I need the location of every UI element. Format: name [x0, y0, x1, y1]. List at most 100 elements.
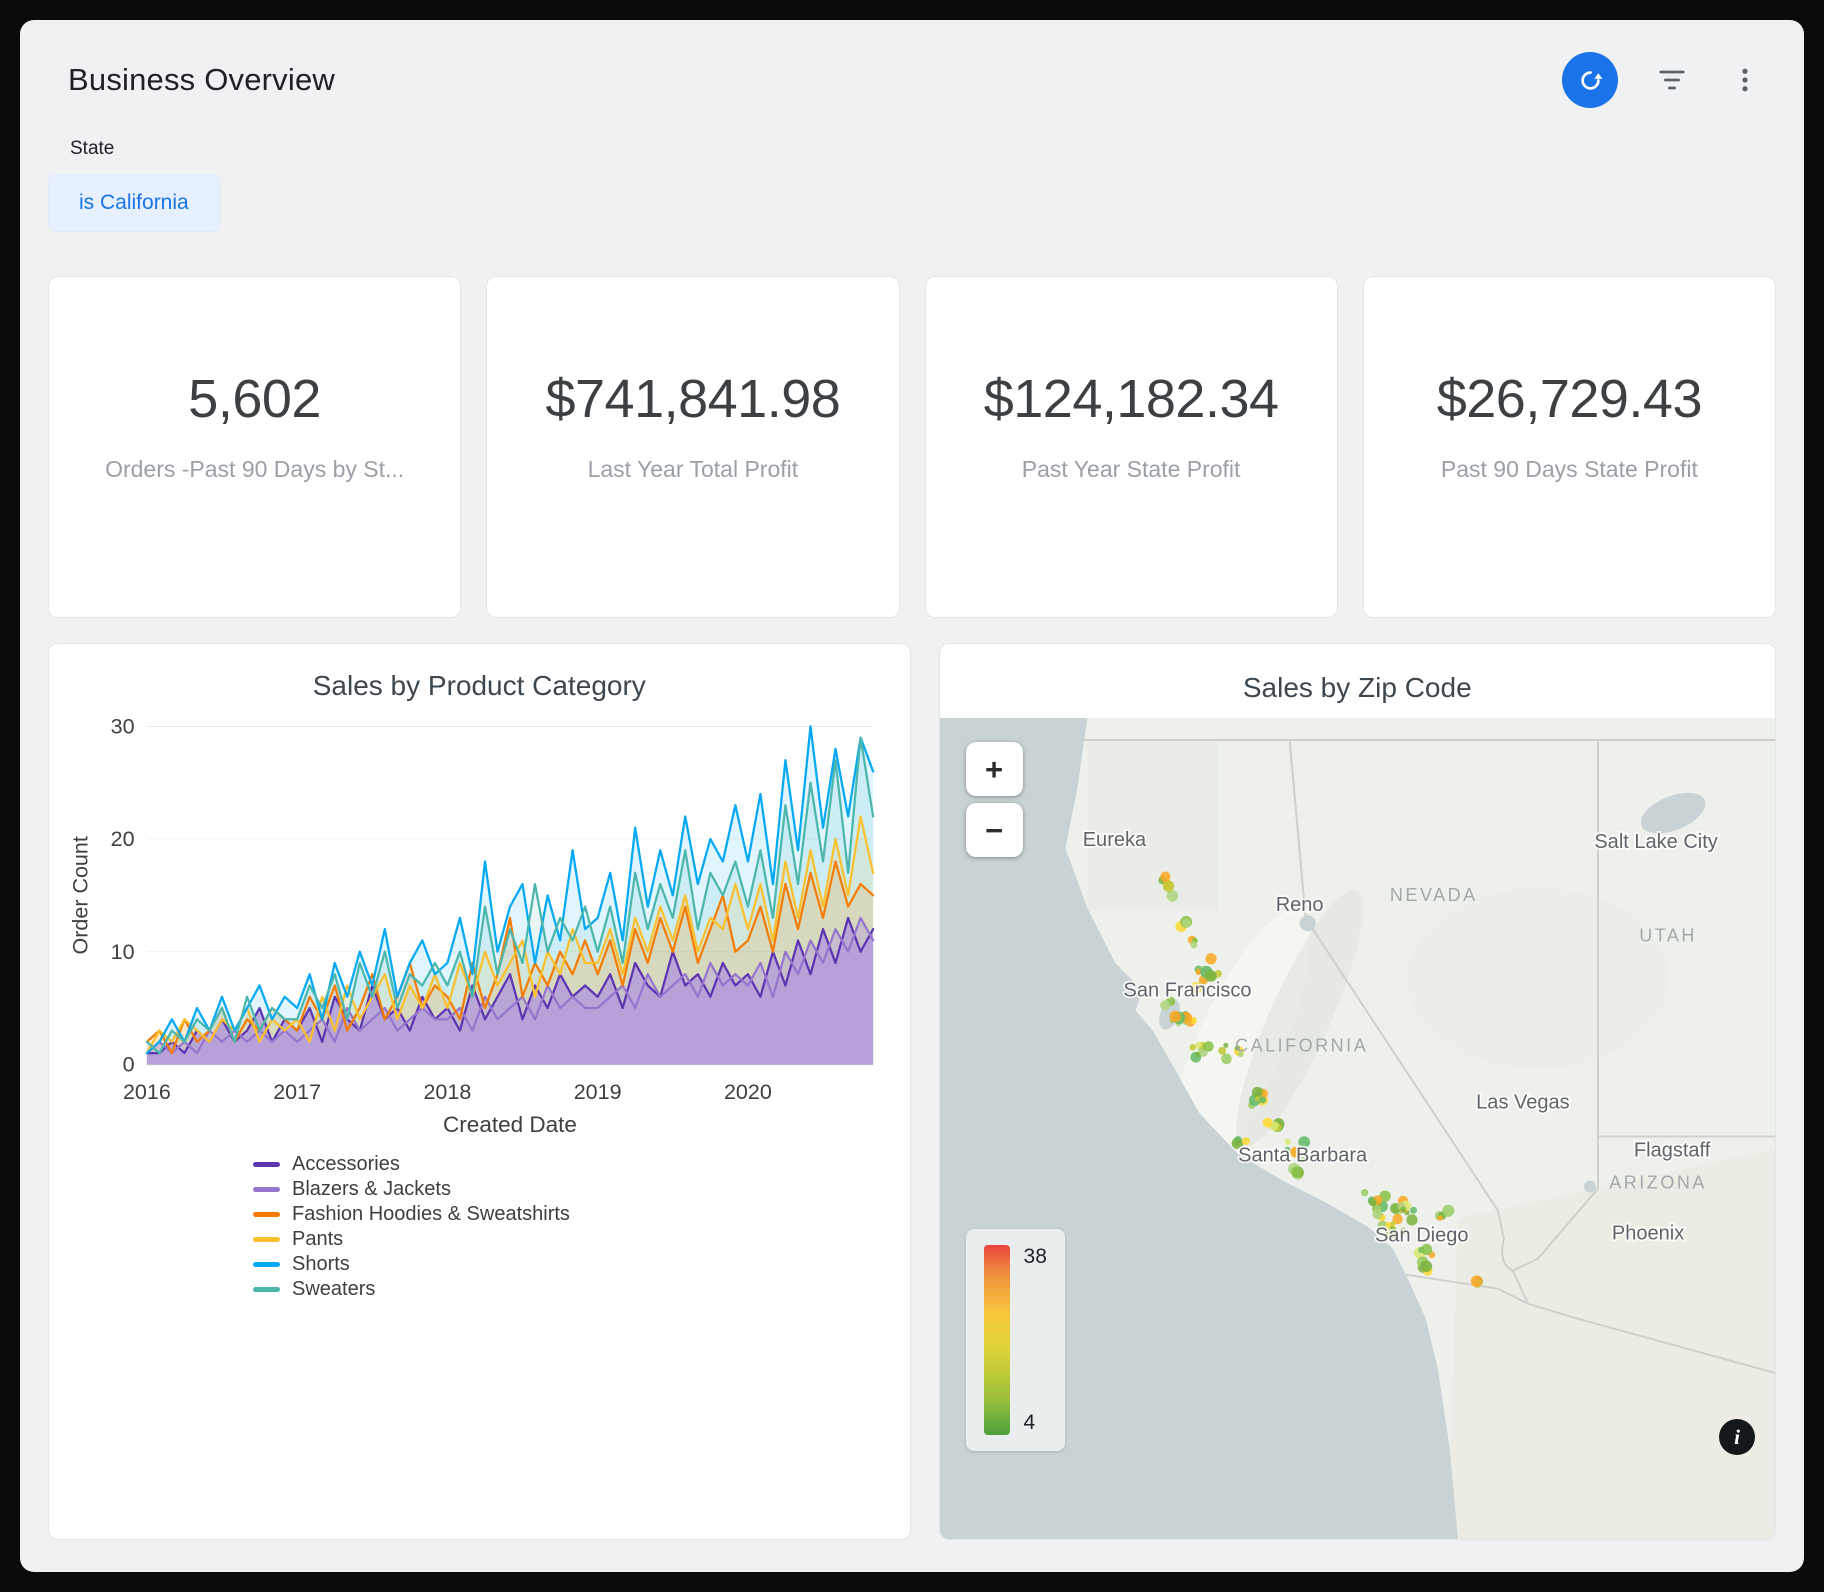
zip-dot: [1410, 1207, 1417, 1214]
scorecard-label: Past Year State Profit: [984, 456, 1279, 483]
zip-sales-map[interactable]: EurekaRenoSalt Lake CityNEVADAUTAHSan Fr…: [940, 718, 1775, 1539]
scorecard-orders: 5,602 Orders -Past 90 Days by St...: [48, 276, 461, 618]
map-label: Eureka: [1082, 829, 1146, 851]
zoom-out-button[interactable]: −: [966, 803, 1023, 857]
svg-text:2020: 2020: [724, 1080, 772, 1104]
scorecard-value: $741,841.98: [545, 368, 840, 430]
scorecard-row: 5,602 Orders -Past 90 Days by St... $741…: [48, 276, 1776, 618]
svg-text:0: 0: [123, 1053, 135, 1077]
legend-min-value: 4: [1024, 1411, 1047, 1435]
zip-dot: [1251, 1087, 1262, 1098]
filter-button[interactable]: [1652, 60, 1692, 100]
legend-label: Shorts: [292, 1253, 350, 1276]
page-title: Business Overview: [68, 62, 1562, 98]
zip-dot: [1360, 1189, 1367, 1196]
legend-item: Pants: [253, 1227, 892, 1252]
zip-dot: [1218, 1047, 1226, 1055]
zip-dot: [1259, 1096, 1266, 1103]
legend-label: Pants: [292, 1228, 343, 1251]
zip-dot: [1420, 1260, 1432, 1272]
state-filter-chip[interactable]: is California: [48, 174, 220, 232]
map-label: NEVADA: [1389, 885, 1477, 905]
zip-map-title: Sales by Zip Code: [950, 672, 1765, 704]
refresh-button[interactable]: [1562, 52, 1618, 108]
scorecard-last-year-profit: $741,841.98 Last Year Total Profit: [486, 276, 899, 618]
zip-dot: [1291, 1166, 1302, 1177]
legend-item: Accessories: [253, 1152, 892, 1177]
legend-swatch: [253, 1237, 280, 1242]
svg-text:2019: 2019: [574, 1080, 622, 1104]
zip-dot: [1262, 1118, 1272, 1128]
svg-text:30: 30: [111, 715, 135, 739]
zip-dot: [1368, 1198, 1376, 1206]
legend-label: Fashion Hoodies & Sweatshirts: [292, 1203, 570, 1226]
zip-dot: [1205, 953, 1216, 964]
map-label: Phoenix: [1611, 1223, 1683, 1245]
map-zoom-controls: + −: [966, 742, 1023, 857]
more-vert-icon: [1730, 65, 1760, 95]
zip-dot: [1221, 1054, 1232, 1065]
legend-label: Blazers & Jackets: [292, 1178, 451, 1201]
map-label: ARIZONA: [1609, 1173, 1707, 1193]
map-info-button[interactable]: i: [1719, 1419, 1755, 1455]
map-label: Salt Lake City: [1594, 831, 1717, 853]
scorecard-past-year-state-profit: $124,182.34 Past Year State Profit: [925, 276, 1338, 618]
category-chart-title: Sales by Product Category: [67, 670, 892, 702]
zip-dot: [1160, 871, 1170, 881]
header-actions: [1562, 52, 1764, 108]
legend-item: Blazers & Jackets: [253, 1177, 892, 1202]
legend-item: Fashion Hoodies & Sweatshirts: [253, 1202, 892, 1227]
map-label: Las Vegas: [1476, 1091, 1569, 1113]
more-menu-button[interactable]: [1726, 61, 1764, 99]
zip-dot: [1203, 1041, 1214, 1052]
zip-dot: [1470, 1275, 1482, 1287]
scorecard-label: Last Year Total Profit: [545, 456, 840, 483]
window-frame: Business Overview: [0, 0, 1824, 1592]
zip-dot: [1372, 1209, 1382, 1219]
legend-swatch: [253, 1287, 280, 1292]
zip-dot: [1169, 1011, 1181, 1023]
zip-dot: [1182, 919, 1191, 928]
legend-swatch: [253, 1262, 280, 1267]
zip-dot: [1400, 1207, 1406, 1213]
zip-dot: [1223, 1043, 1228, 1048]
info-icon: i: [1734, 1425, 1740, 1450]
header: Business Overview: [48, 46, 1776, 108]
scorecard-past-90-days-state-profit: $26,729.43 Past 90 Days State Profit: [1363, 276, 1776, 618]
svg-text:2017: 2017: [273, 1080, 321, 1104]
legend-swatch: [253, 1162, 280, 1167]
map-label: UTAH: [1639, 925, 1697, 945]
svg-text:Order Count: Order Count: [68, 836, 92, 954]
legend-max-value: 38: [1024, 1245, 1047, 1269]
category-chart-legend: AccessoriesBlazers & JacketsFashion Hood…: [253, 1152, 892, 1302]
category-time-series-chart[interactable]: 010203020162017201820192020Order CountCr…: [67, 712, 892, 1140]
svg-text:10: 10: [111, 940, 135, 964]
legend-swatch: [253, 1212, 280, 1217]
scorecard-value: $26,729.43: [1437, 368, 1702, 430]
charts-row: Sales by Product Category 0 10 20 30 2016 201…: [48, 643, 1776, 1540]
zip-dot: [1162, 880, 1173, 891]
svg-text:Created Date: Created Date: [443, 1112, 577, 1137]
zip-dot: [1160, 1000, 1170, 1010]
zip-dot: [1442, 1205, 1454, 1217]
svg-text:2016: 2016: [123, 1080, 171, 1104]
filter-state-label: State: [70, 138, 1776, 160]
legend-item: Sweaters: [253, 1277, 892, 1302]
legend-label: Sweaters: [292, 1278, 375, 1301]
zip-dot: [1190, 941, 1197, 948]
legend-label: Accessories: [292, 1153, 400, 1176]
zip-dot: [1437, 1215, 1442, 1220]
refresh-icon: [1577, 67, 1604, 94]
zip-dot: [1195, 1042, 1202, 1049]
scorecard-value: $124,182.34: [984, 368, 1279, 430]
map-label: Flagstaff: [1633, 1140, 1710, 1162]
map-label: Santa Barbara: [1238, 1145, 1368, 1167]
filter-icon: [1656, 64, 1688, 96]
scorecard-label: Orders -Past 90 Days by St...: [105, 456, 404, 483]
map-label: CALIFORNIA: [1235, 1035, 1368, 1055]
map-label: Reno: [1275, 894, 1323, 916]
zoom-in-button[interactable]: +: [966, 742, 1023, 796]
dashboard-panel: Business Overview: [20, 20, 1804, 1572]
svg-text:20: 20: [111, 827, 135, 851]
scorecard-value: 5,602: [105, 368, 404, 430]
